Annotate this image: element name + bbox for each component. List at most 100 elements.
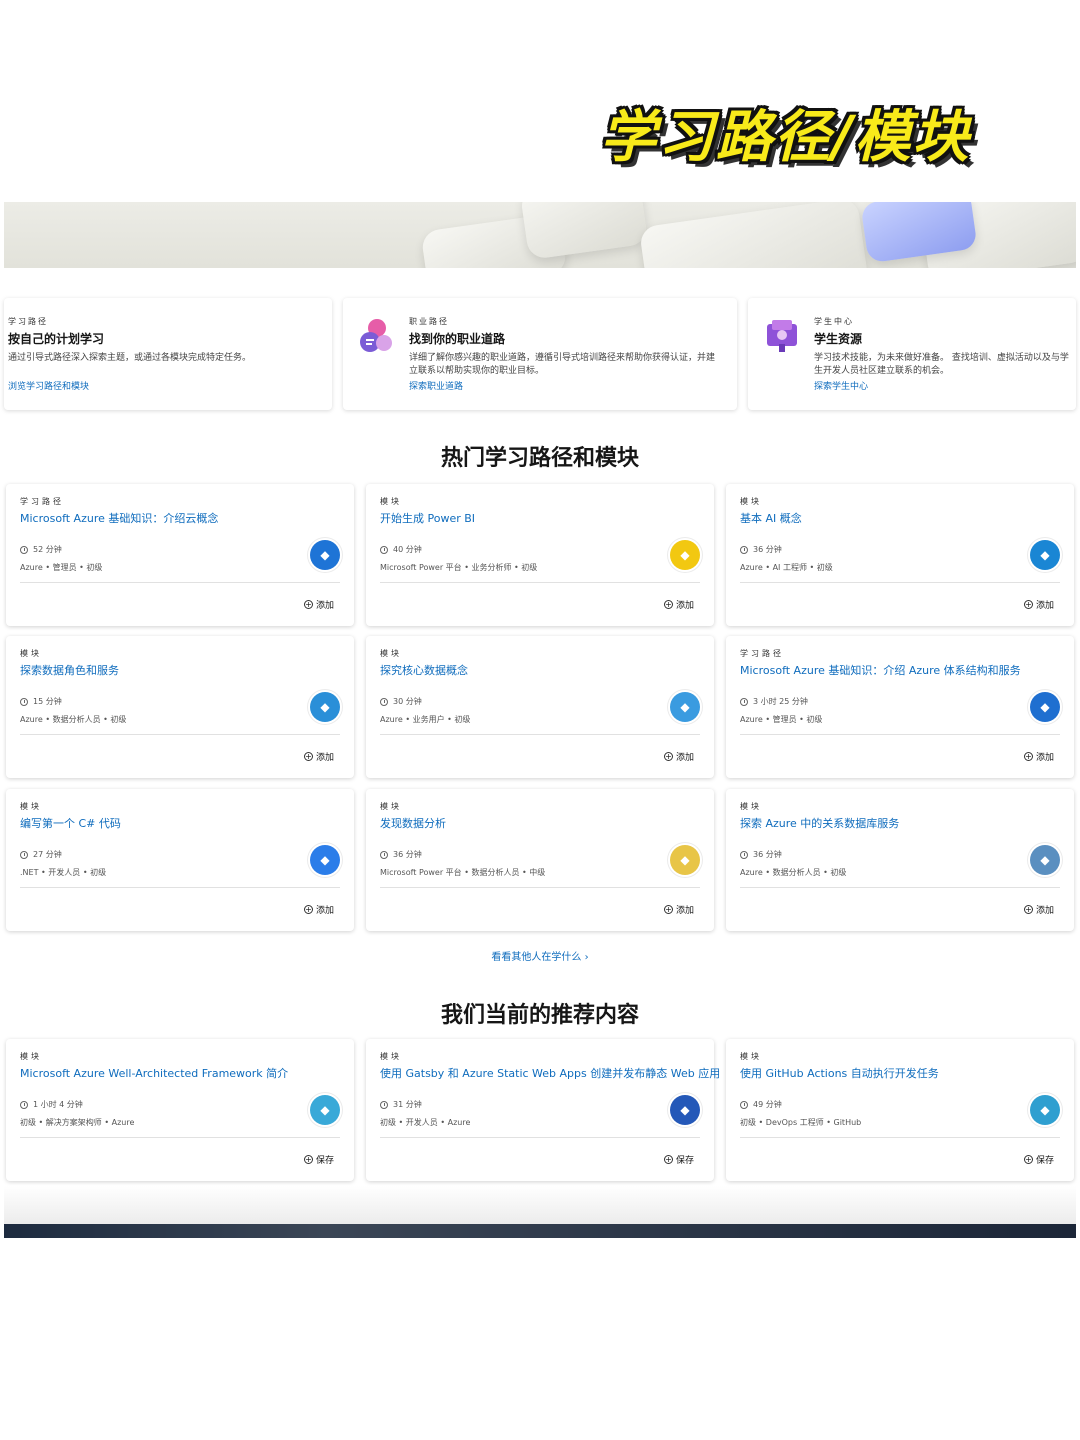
course-title-link[interactable]: 探索数据角色和服务 [20, 662, 310, 678]
action-label: 添加 [1035, 906, 1054, 916]
course-duration: 36 分钟 [740, 849, 782, 860]
plus-circle-icon: + [303, 752, 313, 761]
explore-student-hub-link[interactable]: 探索学生中心 [814, 379, 868, 392]
course-card[interactable]: 模块 发现数据分析 36 分钟 Microsoft Power 平台 • 数据分析人员… [366, 789, 714, 931]
plus-circle-icon: + [303, 600, 313, 609]
duration-text: 1 小时 4 分钟 [33, 1100, 83, 1109]
course-card[interactable]: 模块 探索数据角色和服务 15 分钟 Azure • 数据分析人员 • 初级 ◆ + 添加 [6, 636, 354, 778]
course-title-link[interactable]: 基本 AI 概念 [740, 510, 1030, 526]
course-card[interactable]: 学习路径 Microsoft Azure 基础知识：介绍 Azure 体系结构和服… [726, 636, 1074, 778]
plus-circle-icon: + [1023, 1155, 1033, 1164]
add-button[interactable]: + 添加 [1023, 598, 1054, 611]
card-divider [380, 1137, 700, 1138]
course-card[interactable]: 模块 开始生成 Power BI 40 分钟 Microsoft Power 平台 •… [366, 484, 714, 626]
plus-circle-icon: + [303, 905, 313, 914]
info-card-desc: 通过引导式路径深入探索主题，或通过各模块完成特定任务。 [8, 353, 252, 363]
course-title-link[interactable]: 使用 GitHub Actions 自动执行开发任务 [740, 1065, 1030, 1081]
recommended-section-heading: 我们当前的推荐内容 [440, 1003, 639, 1028]
add-button[interactable]: + 添加 [303, 598, 334, 611]
save-button[interactable]: + 保存 [1023, 1153, 1054, 1166]
hero-image [4, 202, 1076, 268]
action-label: 添加 [675, 753, 694, 763]
course-title-link[interactable]: 发现数据分析 [380, 815, 670, 831]
course-card[interactable]: 模块 探索 Azure 中的关系数据库服务 36 分钟 Azure • 数据分析人员 … [726, 789, 1074, 931]
course-title-link[interactable]: 编写第一个 C# 代码 [20, 815, 310, 831]
card-divider [20, 734, 340, 735]
relational-db-badge-icon: ◆ [1030, 845, 1060, 875]
save-button[interactable]: + 保存 [303, 1153, 334, 1166]
see-more-link[interactable]: 看看其他人在学什么 › [0, 948, 1080, 963]
plus-circle-icon: + [1023, 905, 1033, 914]
info-card-learning-paths: 学习路径 按自己的计划学习 通过引导式路径深入探索主题，或通过各模块完成特定任务… [4, 298, 332, 410]
course-type: 模块 [380, 649, 402, 658]
add-button[interactable]: + 添加 [1023, 750, 1054, 763]
course-duration: 36 分钟 [380, 849, 422, 860]
add-button[interactable]: + 添加 [303, 903, 334, 916]
course-card[interactable]: 学习路径 Microsoft Azure 基础知识：介绍云概念 52 分钟 Azure… [6, 484, 354, 626]
duration-text: 36 分钟 [753, 850, 782, 859]
duration-text: 36 分钟 [393, 850, 422, 859]
explore-career-paths-link[interactable]: 探索职业道路 [409, 379, 463, 392]
course-duration: 31 分钟 [380, 1099, 422, 1110]
action-label: 保存 [1035, 1156, 1054, 1166]
csharp-badge-icon: ◆ [310, 845, 340, 875]
course-tags: Azure • 数据分析人员 • 初级 [740, 868, 847, 877]
course-title-link[interactable]: 探索 Azure 中的关系数据库服务 [740, 815, 1030, 831]
course-card[interactable]: 模块 基本 AI 概念 36 分钟 Azure • AI 工程师 • 初级 ◆ + 添加 [726, 484, 1074, 626]
action-label: 添加 [1035, 753, 1054, 763]
browse-learning-paths-link[interactable]: 浏览学习路径和模块 [8, 379, 89, 392]
clock-icon [380, 1100, 388, 1109]
card-divider [20, 887, 340, 888]
course-title-link[interactable]: 开始生成 Power BI [380, 510, 670, 526]
course-title-link[interactable]: 使用 Gatsby 和 Azure Static Web Apps 创建并发布静… [380, 1065, 720, 1081]
course-type: 模块 [20, 1052, 42, 1061]
save-button[interactable]: + 保存 [663, 1153, 694, 1166]
course-type: 模块 [740, 1052, 762, 1061]
plus-circle-icon: + [1023, 752, 1033, 761]
card-divider [740, 1137, 1060, 1138]
course-duration: 27 分钟 [20, 849, 62, 860]
course-tags: Azure • 数据分析人员 • 初级 [20, 715, 127, 724]
info-card-eyebrow: 学生中心 [814, 317, 854, 326]
card-divider [740, 582, 1060, 583]
banner-title: 学习路径/模块 [600, 105, 971, 170]
action-label: 添加 [675, 906, 694, 916]
azure-cloud-badge-icon: ◆ [310, 540, 340, 570]
course-title-link[interactable]: Microsoft Azure 基础知识：介绍 Azure 体系结构和服务 [740, 662, 1030, 678]
plus-circle-icon: + [663, 752, 673, 761]
info-card-title: 按自己的计划学习 [8, 332, 105, 346]
course-tags: Azure • AI 工程师 • 初级 [740, 563, 833, 572]
see-more-label: 看看其他人在学什么 [491, 952, 582, 963]
clock-icon [740, 545, 748, 554]
course-type: 模块 [20, 802, 42, 811]
course-card[interactable]: 模块 编写第一个 C# 代码 27 分钟 .NET • 开发人员 • 初级 ◆ + 添加 [6, 789, 354, 931]
add-button[interactable]: + 添加 [663, 903, 694, 916]
course-title-link[interactable]: Microsoft Azure Well-Architected Framewo… [20, 1065, 310, 1081]
add-button[interactable]: + 添加 [663, 750, 694, 763]
course-tags: Microsoft Power 平台 • 业务分析师 • 初级 [380, 563, 538, 572]
add-button[interactable]: + 添加 [663, 598, 694, 611]
info-card-desc: 学习技术技能，为未来做好准备。 查找培训、虚拟活动以及与学生开发人员社区建立联系… [814, 353, 1069, 376]
action-label: 添加 [675, 601, 694, 611]
duration-text: 49 分钟 [753, 1100, 782, 1109]
bottom-fade [4, 1186, 1076, 1224]
course-card[interactable]: 模块 探究核心数据概念 30 分钟 Azure • 业务用户 • 初级 ◆ + 添加 [366, 636, 714, 778]
plus-circle-icon: + [303, 1155, 313, 1164]
action-label: 添加 [1035, 601, 1054, 611]
duration-text: 52 分钟 [33, 545, 62, 554]
add-button[interactable]: + 添加 [1023, 903, 1054, 916]
course-card[interactable]: 模块 使用 Gatsby 和 Azure Static Web Apps 创建并发… [366, 1039, 720, 1181]
card-divider [380, 734, 700, 735]
plus-circle-icon: + [663, 1155, 673, 1164]
course-duration: 52 分钟 [20, 544, 62, 555]
course-card[interactable]: 模块 Microsoft Azure Well-Architected Frame… [6, 1039, 354, 1181]
add-button[interactable]: + 添加 [303, 750, 334, 763]
course-card[interactable]: 模块 使用 GitHub Actions 自动执行开发任务 49 分钟 初级 • De… [726, 1039, 1074, 1181]
info-card-eyebrow: 职业路径 [409, 317, 449, 326]
azure-architecture-badge-icon: ◆ [1030, 692, 1060, 722]
course-tags: 初级 • 解决方案架构师 • Azure [20, 1118, 135, 1127]
course-title-link[interactable]: 探究核心数据概念 [380, 662, 670, 678]
course-duration: 30 分钟 [380, 696, 422, 707]
well-architected-badge-icon: ◆ [310, 1095, 340, 1125]
course-title-link[interactable]: Microsoft Azure 基础知识：介绍云概念 [20, 510, 310, 526]
